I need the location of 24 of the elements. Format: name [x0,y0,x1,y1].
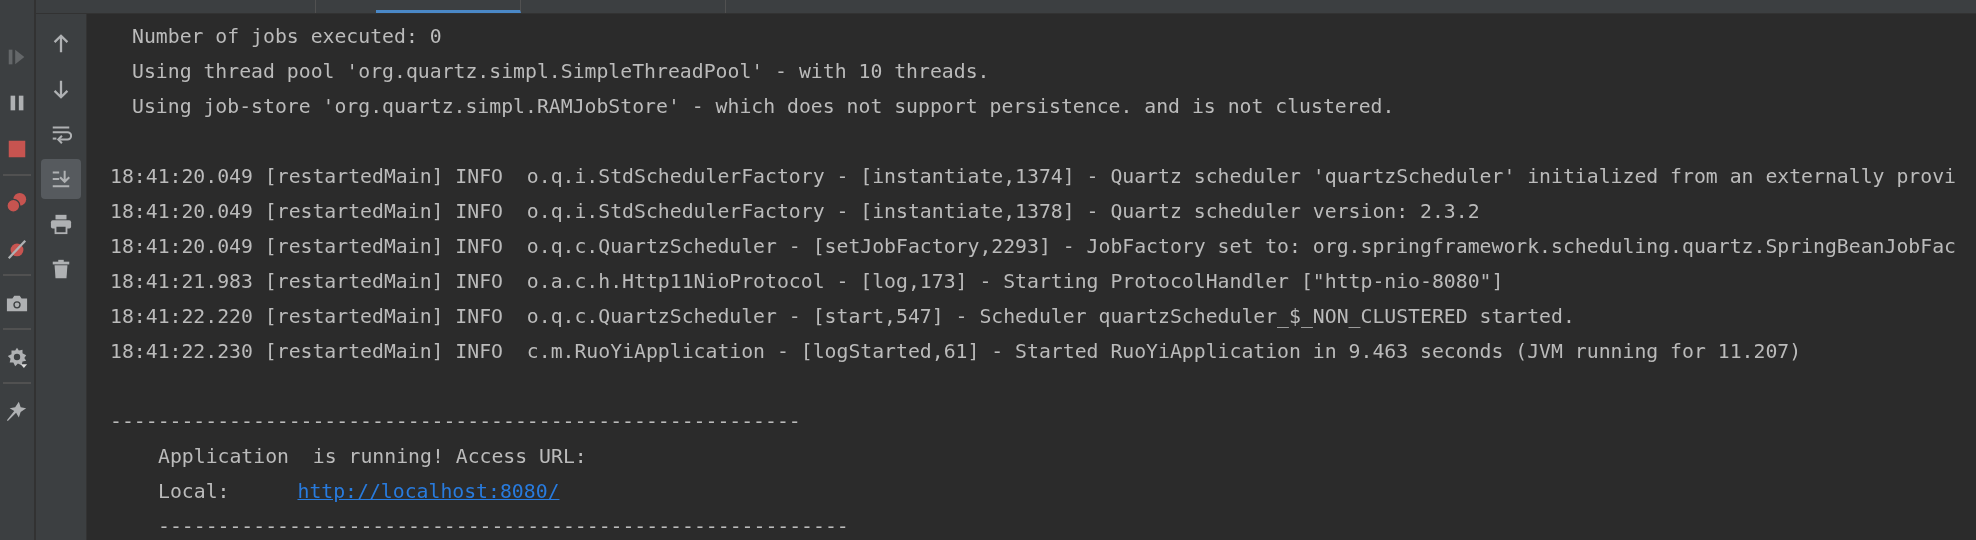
console-line: 18:41:22.220 [restartedMain] INFO o.q.c.QuartzScheduler - [start,547] - Scheduler quartzScheduler_$_NON_CLUSTERED started. [110,304,1575,330]
pin-icon [6,400,28,422]
gear-icon [6,346,28,368]
console-line: 18:41:20.049 [restartedMain] INFO o.q.c.QuartzScheduler - [setJobFactory,2293] - JobFactory set to: org.springframework.scheduling.quartz.SpringBeanJobFac [110,234,1956,260]
stop-icon [6,138,28,160]
console-line: Using job-store 'org.quartz.simpl.RAMJobStore' - which does not support persistence. and is not clustered. [132,94,1395,120]
console-line: 18:41:20.049 [restartedMain] INFO o.q.i.StdSchedulerFactory - [instantiate,1378] - Quartz scheduler version: 2.3.2 [110,199,1480,225]
breakpoints-icon [6,192,28,214]
scroll-to-end-icon [50,168,72,190]
url-link[interactable]: http://localhost:8080/ [297,474,560,509]
console-line: ---------------------------------------------------------- [110,409,801,435]
console-line: 18:41:21.983 [restartedMain] INFO o.a.c.h.Http11NioProtocol - [log,173] - Starting ProtocolHandler ["http-nio-8080"] [110,269,1504,295]
scroll-to-end-button[interactable] [41,159,81,199]
console-line: 18:41:20.049 [restartedMain] INFO o.q.i.StdSchedulerFactory - [instantiate,1374] - Quartz scheduler 'quartzScheduler' initialized from an externally provi [110,164,1956,190]
console-line: Application is running! Access URL: [158,444,587,470]
console-line: Local: [158,479,230,505]
console-line: 18:41:22.230 [restartedMain] INFO c.m.RuoYiApplication - [logStarted,61] - Started RuoYiApplication in 9.463 seconds (JVM running for 11.207) [110,339,1802,365]
trash-icon [50,258,72,280]
tab[interactable] [376,0,521,13]
printer-icon [50,213,72,235]
console-line: Number of jobs executed: 0 [132,24,442,50]
mute-breakpoints-icon [6,238,28,260]
console-line: ---------------------------------------------------------- [158,514,849,540]
console-line: Using thread pool 'org.quartz.simpl.SimpleThreadPool' - with 10 threads. [132,59,990,85]
